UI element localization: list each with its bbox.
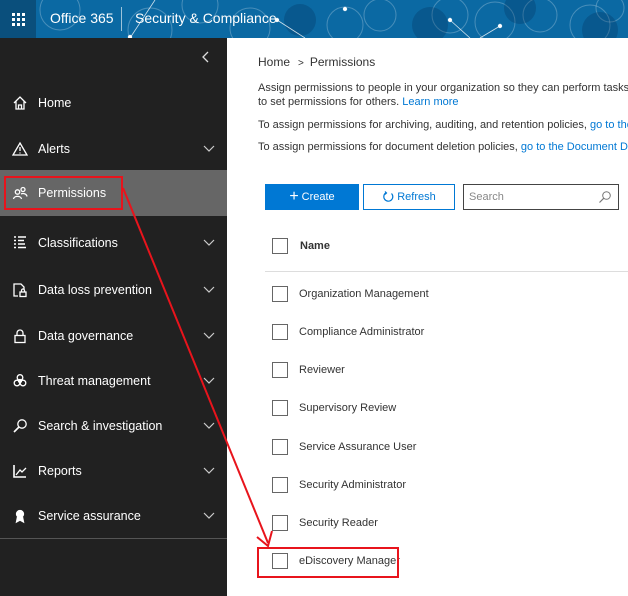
main-content: Home > Permissions Assign permissions to p… [227,38,628,596]
intro-text: to set permissions for others. [258,96,403,108]
breadcrumb-home-link[interactable]: Home [258,55,290,69]
sidebar-divider [0,538,227,539]
brand-name[interactable]: Office 365 [50,10,114,26]
sidebar-item-label: Data loss prevention [38,283,152,297]
role-name[interactable]: Reviewer [299,364,345,376]
sidebar-item-label: Data governance [38,329,134,343]
select-all-checkbox[interactable] [272,238,288,254]
list-icon [10,235,30,251]
sidebar-item-label: Search & investigation [38,419,163,433]
deletion-description: To assign permissions for document delet… [258,141,521,153]
top-bar: Office 365 Security & Compliance [0,0,628,38]
list-item[interactable]: Service Assurance User [272,439,416,455]
sidebar-item-permissions[interactable]: Permissions [0,170,227,216]
archiving-text: To assign permissions for archiving, aud… [258,117,628,133]
refresh-button[interactable]: Refresh [363,184,455,210]
sidebar-item-home[interactable]: Home [0,80,227,126]
row-checkbox[interactable] [272,439,288,455]
archiving-description: To assign permissions for archiving, aud… [258,119,591,131]
sidebar-item-classifications[interactable]: Classifications [0,220,227,266]
search-icon [10,418,30,434]
learn-more-link[interactable]: Learn more [402,96,458,108]
plus-icon: + [289,188,299,205]
waffle-icon [11,12,25,26]
app-launcher-button[interactable] [0,0,36,38]
chevron-down-icon [203,332,215,339]
breadcrumb: Home > Permissions [258,55,375,69]
role-name[interactable]: eDiscovery Manager [299,555,400,567]
sidebar-item-label: Home [38,96,72,110]
list-item[interactable]: Compliance Administrator [272,324,424,340]
create-label: Create [301,191,335,203]
role-name[interactable]: Supervisory Review [299,402,396,414]
chevron-down-icon [203,286,215,293]
search-icon[interactable] [598,190,612,204]
sidebar-item-service-assurance[interactable]: Service assurance [0,493,227,539]
create-button[interactable]: + Create [265,184,359,210]
refresh-label: Refresh [397,191,436,203]
chevron-left-icon [202,51,209,63]
role-name[interactable]: Security Reader [299,517,378,529]
search-box [463,184,619,210]
sidebar-item-threat-management[interactable]: Threat management [0,358,227,404]
search-input[interactable] [469,185,594,209]
archiving-link[interactable]: go to the [590,119,628,131]
list-item[interactable]: Security Administrator [272,477,406,493]
row-checkbox[interactable] [272,286,288,302]
breadcrumb-current: Permissions [309,55,376,69]
chevron-down-icon [203,422,215,429]
sidebar-item-reports[interactable]: Reports [0,448,227,494]
sidebar-item-label: Permissions [38,186,107,200]
sidebar-item-label: Reports [38,464,82,478]
row-checkbox[interactable] [272,477,288,493]
brand-divider [121,7,122,31]
list-item[interactable]: Organization Management [272,286,429,302]
ribbon-icon [10,508,30,524]
role-name[interactable]: Organization Management [299,288,429,300]
row-checkbox[interactable] [272,553,288,569]
list-item[interactable]: eDiscovery Manager [272,553,400,569]
deletion-text: To assign permissions for document delet… [258,139,628,155]
sidebar-item-data-loss-prevention[interactable]: Data loss prevention [0,267,227,313]
refresh-icon [383,191,394,202]
list-item[interactable]: Reviewer [272,362,345,378]
app-title[interactable]: Security & Compliance [135,10,277,26]
chevron-down-icon [203,512,215,519]
breadcrumb-separator: > [298,58,304,69]
document-deletion-link[interactable]: go to the Document De [521,141,628,153]
people-icon [10,185,30,201]
role-name[interactable]: Security Administrator [299,479,406,491]
role-name[interactable]: Compliance Administrator [299,326,424,338]
chevron-down-icon [203,239,215,246]
chart-icon [10,463,30,479]
home-icon [10,95,30,111]
sidebar-item-alerts[interactable]: Alerts [0,126,227,172]
list-header: Name [272,238,330,254]
column-header-name[interactable]: Name [300,240,330,252]
collapse-nav-button[interactable] [200,50,216,66]
intro-text-line2: to set permissions for others. Learn mor… [258,94,459,110]
sidebar-item-label: Classifications [38,236,118,250]
sidebar-item-data-governance[interactable]: Data governance [0,313,227,359]
row-checkbox[interactable] [272,324,288,340]
biohazard-icon [10,373,30,389]
chevron-down-icon [203,467,215,474]
list-item[interactable]: Security Reader [272,515,378,531]
sidebar-nav: Home Alerts Permissions Classifications … [0,38,227,596]
header-divider [265,271,628,272]
role-name[interactable]: Service Assurance User [299,441,416,453]
warning-icon [10,141,30,157]
sidebar-item-search-investigation[interactable]: Search & investigation [0,403,227,449]
sidebar-item-label: Alerts [38,142,70,156]
row-checkbox[interactable] [272,400,288,416]
list-item[interactable]: Supervisory Review [272,400,396,416]
sidebar-item-label: Threat management [38,374,151,388]
lock-icon [10,328,30,344]
document-lock-icon [10,282,30,298]
chevron-down-icon [203,145,215,152]
chevron-down-icon [203,377,215,384]
row-checkbox[interactable] [272,515,288,531]
sidebar-item-label: Service assurance [38,509,141,523]
row-checkbox[interactable] [272,362,288,378]
